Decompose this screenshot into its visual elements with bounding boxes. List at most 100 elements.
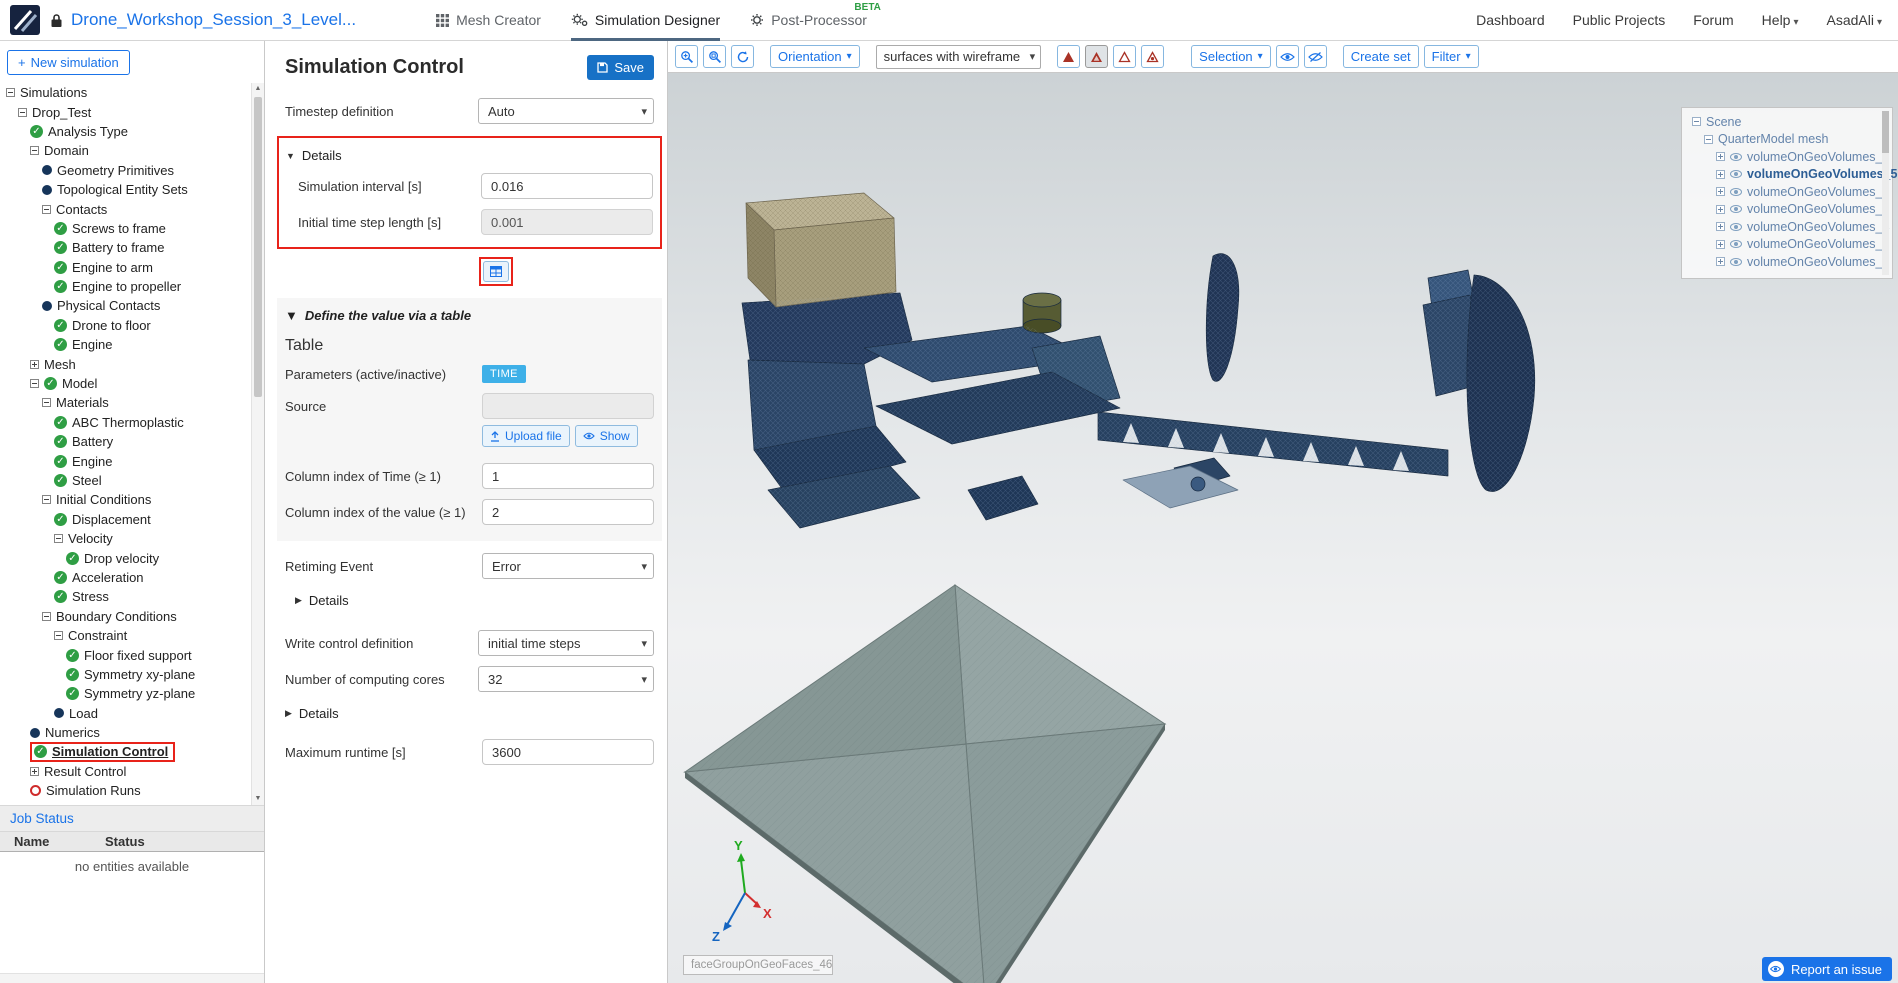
tree-item[interactable]: Topological Entity Sets [0, 180, 251, 199]
mesh-quality-active-button[interactable] [1085, 45, 1108, 68]
tree-item[interactable]: Steel [0, 471, 251, 490]
tree-item[interactable]: Battery [0, 432, 251, 451]
tree-item[interactable]: Mesh [0, 354, 251, 373]
orientation-dropdown[interactable]: Orientation▾ [770, 45, 860, 68]
collapse-icon[interactable] [42, 398, 51, 407]
tab-mesh-creator[interactable]: Mesh Creator [436, 0, 541, 41]
expand-icon[interactable] [1716, 240, 1725, 249]
floor-plane[interactable] [685, 585, 1165, 983]
project-title[interactable]: Drone_Workshop_Session_3_Level... [71, 10, 356, 30]
tree-item[interactable]: Simulations [0, 83, 251, 102]
details-toggle-expanded[interactable]: ▼ Details [286, 148, 653, 163]
collapse-icon[interactable] [42, 612, 51, 621]
eye-icon[interactable] [1730, 153, 1742, 161]
computing-cores-select[interactable]: 32 [478, 666, 654, 692]
tree-item[interactable]: Initial Conditions [0, 490, 251, 509]
tree-item[interactable]: Geometry Primitives [0, 161, 251, 180]
collapse-icon[interactable] [30, 379, 39, 388]
eye-icon[interactable] [1730, 240, 1742, 248]
time-parameter-chip[interactable]: TIME [482, 365, 526, 383]
collapse-icon[interactable] [54, 631, 63, 640]
scene-tree-item[interactable]: QuarterModel mesh [1686, 131, 1878, 149]
nav-dashboard[interactable]: Dashboard [1476, 12, 1545, 28]
define-via-table-button[interactable] [483, 261, 509, 282]
tree-item[interactable]: Engine [0, 451, 251, 470]
tree-item[interactable]: Symmetry xy-plane [0, 665, 251, 684]
scrollbar-thumb[interactable] [254, 97, 262, 397]
tree-item[interactable]: ABC Thermoplastic [0, 413, 251, 432]
reset-view-button[interactable] [731, 45, 754, 68]
expand-icon[interactable] [1716, 152, 1725, 161]
zoom-in-button[interactable] [675, 45, 698, 68]
tree-item[interactable]: Symmetry yz-plane [0, 684, 251, 703]
timestep-definition-select[interactable]: Auto [478, 98, 654, 124]
tree-item[interactable]: Engine [0, 335, 251, 354]
scene-tree-item[interactable]: volumeOnGeoVolumes_2 [1686, 253, 1878, 271]
eye-icon[interactable] [1730, 188, 1742, 196]
nav-public-projects[interactable]: Public Projects [1573, 12, 1666, 28]
collapse-icon[interactable] [18, 108, 27, 117]
tree-item[interactable]: Drop_Test [0, 102, 251, 121]
tree-item[interactable]: Numerics [0, 723, 251, 742]
tab-simulation-designer[interactable]: Simulation Designer [571, 0, 720, 41]
source-input[interactable] [482, 393, 654, 419]
eye-icon[interactable] [1730, 258, 1742, 266]
report-issue-button[interactable]: Report an issue [1762, 957, 1892, 981]
scene-tree-item[interactable]: volumeOnGeoVolumes_3 [1686, 236, 1878, 254]
scene-tree-item[interactable]: volumeOnGeoVolumes_0 [1686, 183, 1878, 201]
drone-mesh[interactable] [742, 193, 1535, 528]
tree-item[interactable]: Result Control [0, 762, 251, 781]
tree-item[interactable]: Screws to frame [0, 219, 251, 238]
new-simulation-button[interactable]: + New simulation [7, 50, 130, 75]
save-button[interactable]: Save [587, 55, 654, 80]
tree-item[interactable]: Engine to propeller [0, 277, 251, 296]
scroll-up-icon[interactable]: ▲ [252, 83, 264, 95]
tree-item[interactable]: Simulation Runs [0, 781, 251, 800]
selection-dropdown[interactable]: Selection▾ [1191, 45, 1271, 68]
tree-item[interactable]: Constraint [0, 626, 251, 645]
tree-item[interactable]: Boundary Conditions [0, 607, 251, 626]
tree-item[interactable]: Engine to arm [0, 258, 251, 277]
collapse-icon[interactable] [30, 146, 39, 155]
expand-icon[interactable] [1716, 170, 1725, 179]
scene-tree-scrollbar[interactable] [1882, 111, 1889, 275]
nav-user-menu[interactable]: AsadAli▾ [1827, 12, 1883, 28]
show-table-button[interactable]: Show [575, 425, 638, 447]
collapse-icon[interactable] [1692, 117, 1701, 126]
collapse-icon[interactable] [54, 534, 63, 543]
expand-icon[interactable] [1716, 222, 1725, 231]
show-selected-button[interactable] [1276, 45, 1299, 68]
zoom-window-button[interactable] [703, 45, 726, 68]
tree-scrollbar[interactable]: ▲ ▼ [251, 83, 264, 805]
mesh-quality-point-button[interactable] [1141, 45, 1164, 68]
scene-tree-item[interactable]: volumeOnGeoVolumes_4 [1686, 218, 1878, 236]
scene-tree-item[interactable]: volumeOnGeoVolumes_5 [1686, 166, 1878, 184]
tree-item[interactable]: Simulation Control [30, 742, 175, 761]
tree-item[interactable]: Velocity [0, 529, 251, 548]
collapse-icon[interactable] [6, 88, 15, 97]
tree-item[interactable]: Floor fixed support [0, 645, 251, 664]
mesh-quality-outline-button[interactable] [1113, 45, 1136, 68]
mesh-quality-filled-button[interactable] [1057, 45, 1080, 68]
tree-item[interactable]: Battery to frame [0, 238, 251, 257]
column-value-input[interactable] [482, 499, 654, 525]
retiming-event-select[interactable]: Error [482, 553, 654, 579]
collapse-icon[interactable] [1704, 135, 1713, 144]
tree-item[interactable]: Analysis Type [0, 122, 251, 141]
scroll-down-icon[interactable]: ▼ [252, 793, 264, 805]
scene-tree-item[interactable]: volumeOnGeoVolumes_6 [1686, 148, 1878, 166]
expand-icon[interactable] [1716, 257, 1725, 266]
hide-selected-button[interactable] [1304, 45, 1327, 68]
tree-item[interactable]: Load [0, 704, 251, 723]
scene-tree-item[interactable]: volumeOnGeoVolumes_1 [1686, 201, 1878, 219]
write-control-select[interactable]: initial time steps [478, 630, 654, 656]
horizontal-scrollbar[interactable] [0, 973, 264, 983]
tree-item[interactable]: Materials [0, 393, 251, 412]
scrollbar-thumb[interactable] [1882, 111, 1889, 153]
tree-item[interactable]: Contacts [0, 199, 251, 218]
3d-canvas[interactable]: Y X Z Scene Quarter [668, 73, 1898, 983]
tree-item[interactable]: Displacement [0, 510, 251, 529]
tree-item[interactable]: Domain [0, 141, 251, 160]
tree-item[interactable]: Drop velocity [0, 548, 251, 567]
tree-item[interactable]: Drone to floor [0, 316, 251, 335]
